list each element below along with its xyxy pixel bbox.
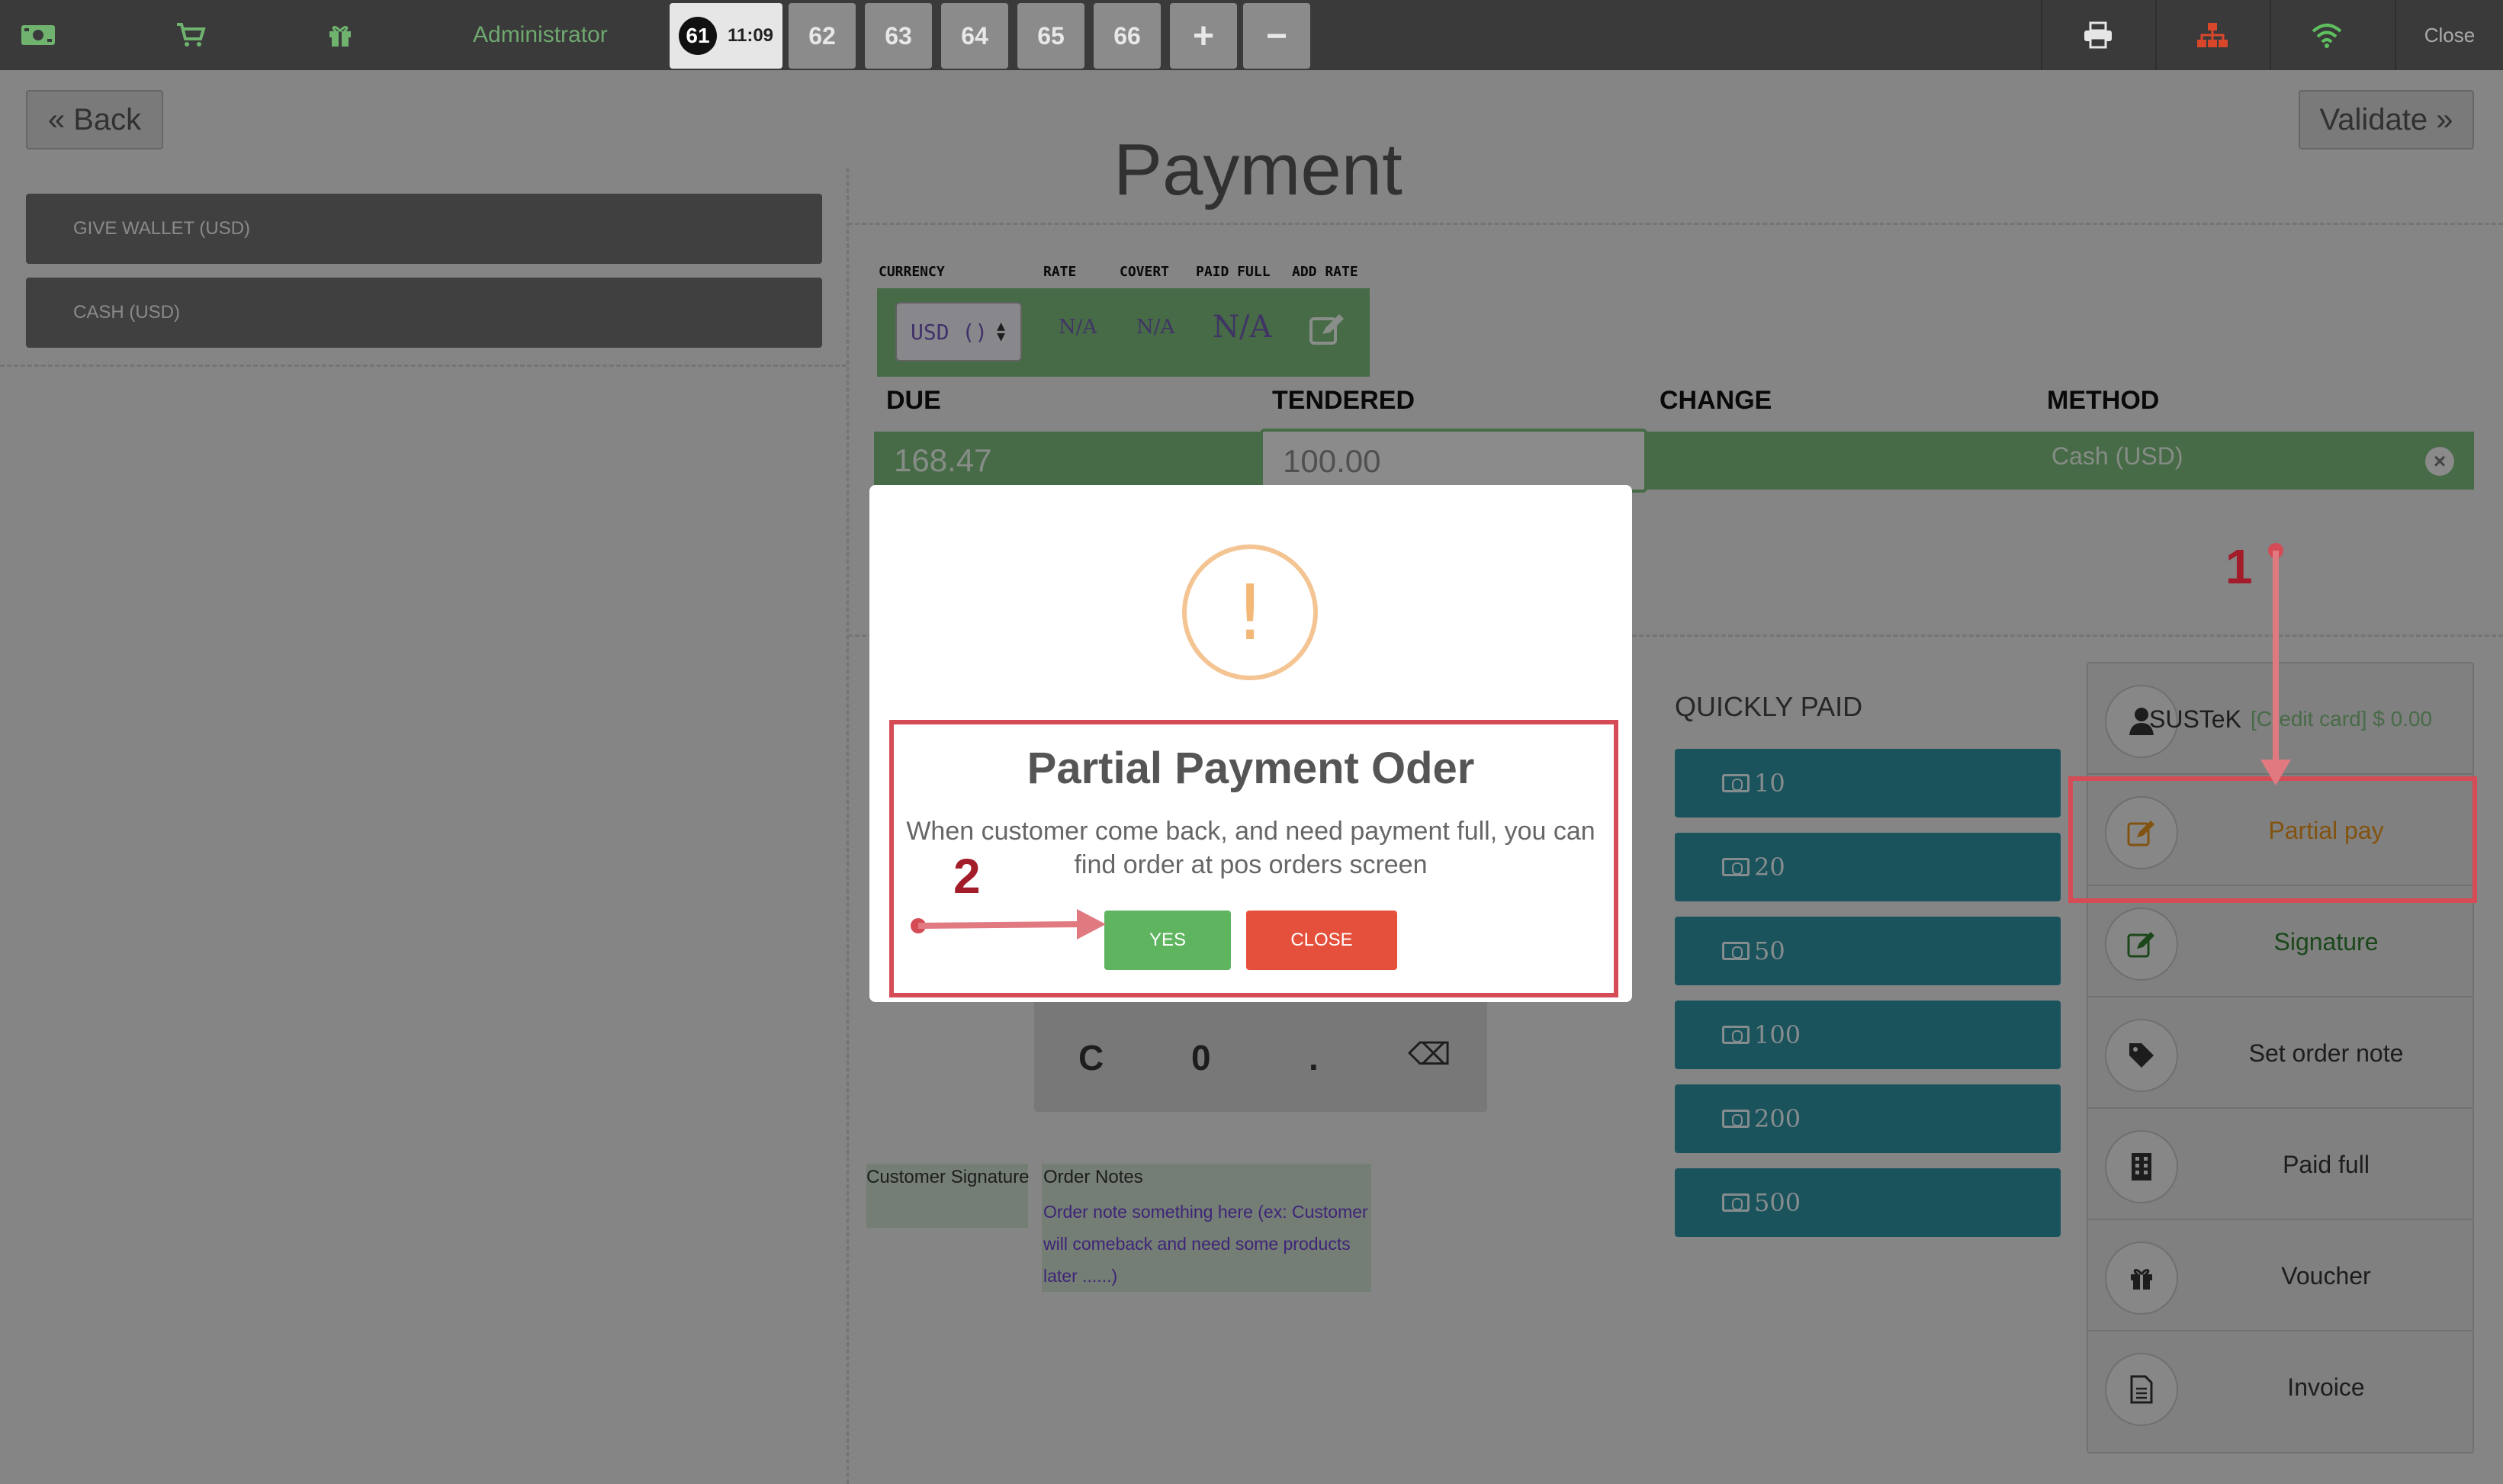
annotation-arrow-2 [917,921,1081,929]
annotation-arrows [911,543,2291,940]
annotation-arrowhead-2 [1077,909,1106,940]
annotation-arrowhead-1 [2260,760,2291,785]
